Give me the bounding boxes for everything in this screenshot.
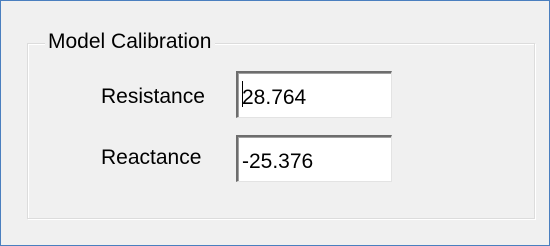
model-calibration-groupbox <box>27 43 535 219</box>
reactance-label: Reactance <box>101 146 202 169</box>
resistance-label: Resistance <box>101 85 205 108</box>
text-caret <box>242 81 243 107</box>
dialog-window: Model Calibration <box>0 0 550 246</box>
reactance-input[interactable] <box>236 135 392 182</box>
group-title: Model Calibration <box>45 29 216 55</box>
resistance-input[interactable] <box>236 71 392 118</box>
